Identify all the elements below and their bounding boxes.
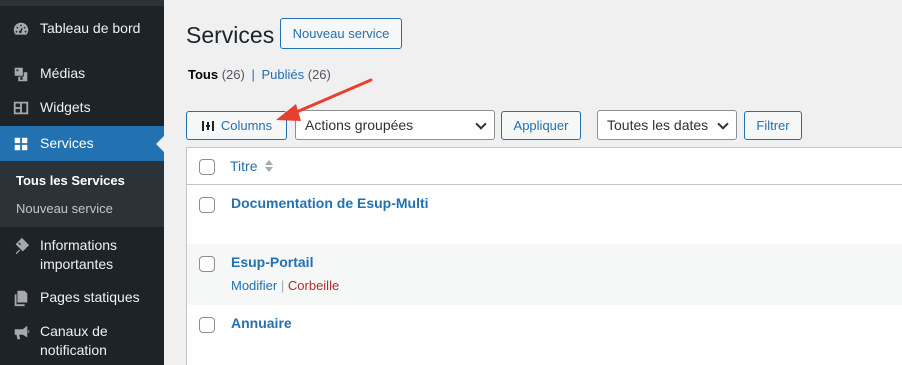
row-title-link[interactable]: Documentation de Esup-Multi bbox=[231, 195, 429, 211]
row-title-link[interactable]: Esup-Portail bbox=[231, 254, 313, 270]
edit-link[interactable]: Modifier bbox=[231, 278, 277, 293]
trash-link[interactable]: Corbeille bbox=[288, 278, 339, 293]
row-checkbox[interactable] bbox=[199, 197, 215, 213]
row-title-link[interactable]: Annuaire bbox=[231, 315, 292, 331]
row-checkbox[interactable] bbox=[199, 317, 215, 333]
table-header: Titre bbox=[187, 148, 902, 185]
row-actions-separator: | bbox=[280, 278, 285, 293]
row-actions: Modifier | Corbeille bbox=[231, 278, 339, 293]
table-row: Esup-Portail Modifier | Corbeille bbox=[187, 244, 902, 305]
column-title-header[interactable]: Titre bbox=[230, 158, 257, 174]
row-checkbox[interactable] bbox=[199, 256, 215, 272]
sort-icon[interactable] bbox=[265, 159, 273, 173]
table-row: Documentation de Esup-Multi bbox=[187, 186, 902, 244]
table-row: Annuaire bbox=[187, 305, 902, 365]
select-all-checkbox[interactable] bbox=[199, 159, 215, 175]
services-table: Titre Documentation de Esup-Multi Esup-P… bbox=[186, 147, 902, 365]
